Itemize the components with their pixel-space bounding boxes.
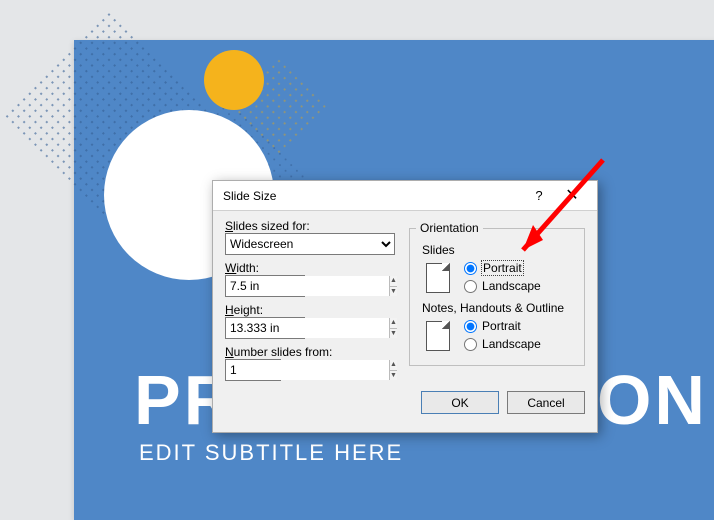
notes-orientation-group: Notes, Handouts & Outline Portrait Lands… <box>416 301 578 351</box>
radio-label: Landscape <box>482 279 541 293</box>
orientation-fieldset: Orientation Slides Portrait Land <box>409 221 585 366</box>
chevron-down-icon[interactable]: ▼ <box>390 371 397 381</box>
ok-button[interactable]: OK <box>421 391 499 414</box>
chevron-down-icon[interactable]: ▼ <box>390 329 397 339</box>
slides-orientation-group: Slides Portrait Landscape <box>416 243 578 293</box>
notes-landscape-radio[interactable]: Landscape <box>464 337 541 351</box>
width-label: Width: <box>225 261 397 275</box>
radio-label: Portrait <box>482 261 523 275</box>
height-stepper[interactable]: ▲▼ <box>225 317 305 339</box>
slides-landscape-radio[interactable]: Landscape <box>464 279 541 293</box>
chevron-down-icon[interactable]: ▼ <box>390 287 397 297</box>
notes-portrait-radio[interactable]: Portrait <box>464 319 541 333</box>
slides-portrait-radio[interactable]: Portrait <box>464 261 541 275</box>
width-input[interactable] <box>226 276 389 296</box>
page-icon <box>426 263 450 293</box>
notes-group-label: Notes, Handouts & Outline <box>422 301 578 315</box>
dialog-title: Slide Size <box>223 181 525 211</box>
number-from-stepper[interactable]: ▲▼ <box>225 359 281 381</box>
cancel-button[interactable]: Cancel <box>507 391 585 414</box>
chevron-up-icon[interactable]: ▲ <box>390 318 397 329</box>
orientation-legend: Orientation <box>416 221 483 235</box>
page-icon <box>426 321 450 351</box>
height-label: Height: <box>225 303 397 317</box>
spinner-arrows[interactable]: ▲▼ <box>389 360 397 380</box>
chevron-up-icon[interactable]: ▲ <box>390 360 397 371</box>
chevron-up-icon[interactable]: ▲ <box>390 276 397 287</box>
dialog-titlebar[interactable]: Slide Size ? ✕ <box>213 181 597 211</box>
height-input[interactable] <box>226 318 389 338</box>
slide-size-dialog: Slide Size ? ✕ Slides sized for: Widescr… <box>212 180 598 433</box>
number-from-input[interactable] <box>226 360 389 380</box>
radio-label: Portrait <box>482 319 521 333</box>
radio-label: Landscape <box>482 337 541 351</box>
sized-for-dropdown[interactable]: Widescreen <box>225 233 395 255</box>
close-button[interactable]: ✕ <box>553 181 591 211</box>
slides-group-label: Slides <box>422 243 578 257</box>
decorative-circle <box>204 50 264 110</box>
help-button[interactable]: ? <box>525 181 553 211</box>
spinner-arrows[interactable]: ▲▼ <box>389 318 397 338</box>
slide-subtitle[interactable]: EDIT SUBTITLE HERE <box>139 440 403 466</box>
number-from-label: Number slides from: <box>225 345 397 359</box>
sized-for-label: Slides sized for: <box>225 219 397 233</box>
spinner-arrows[interactable]: ▲▼ <box>389 276 397 296</box>
width-stepper[interactable]: ▲▼ <box>225 275 305 297</box>
